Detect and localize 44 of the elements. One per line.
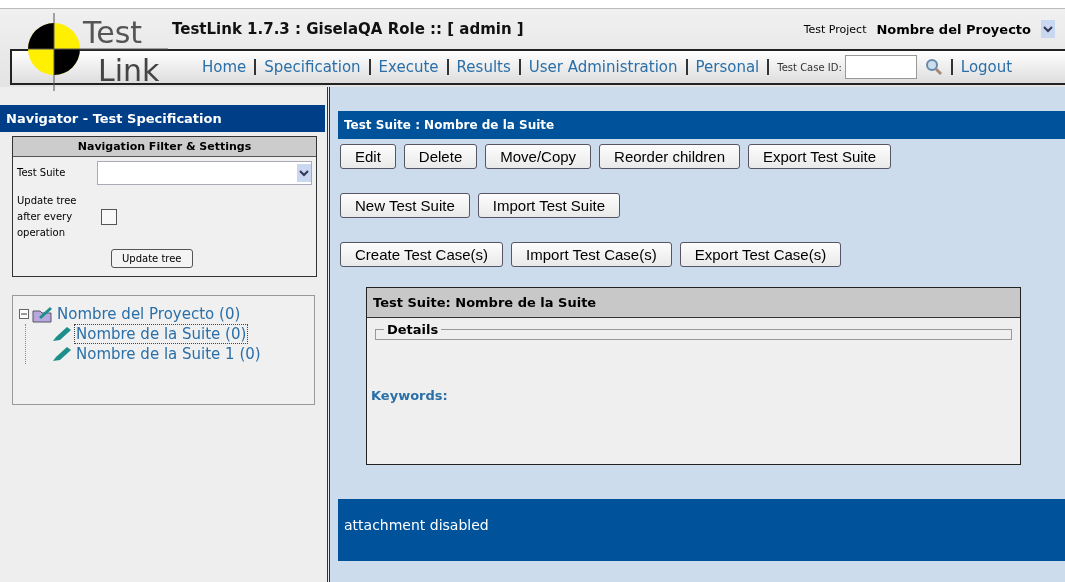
attachment-status-bar: attachment disabled — [338, 499, 1065, 561]
nav-link[interactable]: Specification — [264, 58, 361, 76]
logout-link[interactable]: Logout — [960, 58, 1013, 76]
pencil-icon — [52, 346, 72, 362]
suite-title-bar: Test Suite : Nombre de la Suite — [338, 111, 1065, 139]
test-suite-label: Test Suite — [17, 166, 67, 180]
nav-link[interactable]: User Administration — [528, 58, 678, 76]
details-fieldset: Details — [375, 322, 1012, 340]
action-button[interactable]: Edit — [340, 144, 396, 169]
nav-link[interactable]: Home — [202, 58, 247, 76]
dropdown-icon[interactable] — [297, 164, 311, 182]
update-tree-label: Update tree after every operation — [17, 194, 78, 240]
nav-link[interactable]: Results — [456, 58, 511, 76]
tree-item[interactable]: Nombre de la Suite 1 (0) — [74, 344, 263, 364]
action-button[interactable]: Move/Copy — [485, 144, 592, 169]
navigator-title: Navigator - Test Specification — [0, 105, 325, 132]
action-button[interactable]: Import Test Suite — [477, 193, 621, 218]
tree-item[interactable]: Nombre del Proyecto (0) — [55, 304, 243, 324]
action-button[interactable]: Export Test Suite — [748, 144, 892, 169]
logo-drawing: Test Link — [28, 13, 168, 91]
update-tree-button[interactable]: Update tree — [111, 249, 193, 268]
action-button[interactable]: Reorder children — [599, 144, 740, 169]
app-title: TestLink 1.7.3 : GiselaQA Role :: [ admin ] — [172, 20, 524, 38]
update-tree-checkbox[interactable] — [101, 209, 117, 225]
action-button[interactable]: Delete — [403, 144, 478, 169]
nav-link[interactable]: Personal — [695, 58, 760, 76]
test-case-id-field[interactable] — [844, 55, 917, 79]
keywords-label: Keywords: — [371, 388, 449, 403]
dropdown-icon[interactable] — [1041, 20, 1055, 38]
tree-item[interactable]: Nombre de la Suite (0) — [74, 324, 249, 344]
folder-pencil-icon — [31, 305, 53, 323]
search-icon[interactable] — [924, 58, 943, 76]
card-title: Test Suite: Nombre de la Suite — [367, 288, 1020, 318]
project-name[interactable]: Nombre del Proyecto — [876, 21, 1031, 37]
nav-link[interactable]: Execute — [378, 58, 439, 76]
action-button[interactable]: Export Test Case(s) — [679, 242, 842, 267]
filter-title: Navigation Filter & Settings — [13, 137, 316, 157]
pencil-icon — [52, 326, 72, 342]
project-label: Test Project — [803, 22, 867, 36]
test-case-id-label: Test Case ID: — [777, 61, 842, 73]
action-button[interactable]: Import Test Case(s) — [511, 242, 672, 267]
action-button[interactable]: New Test Suite — [340, 193, 470, 218]
collapse-icon[interactable] — [19, 309, 29, 319]
action-button[interactable]: Create Test Case(s) — [340, 242, 504, 267]
